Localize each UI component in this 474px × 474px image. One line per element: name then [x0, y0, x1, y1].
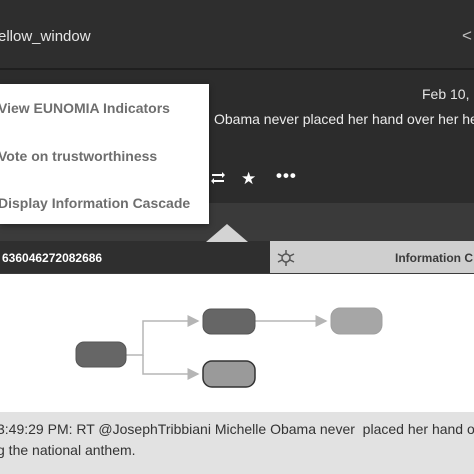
star-icon[interactable]: ★	[241, 169, 256, 189]
more-icon[interactable]: •••	[276, 166, 297, 186]
post-date: Feb 10, 2	[422, 86, 474, 102]
information-cascade-panel	[0, 274, 474, 412]
cascade-node-leaf[interactable]	[202, 360, 256, 388]
cascade-node-root[interactable]	[75, 341, 127, 368]
edge-root-to-branch	[126, 315, 200, 356]
menu-item-view-indicators[interactable]: View EUNOMIA Indicators	[0, 100, 170, 116]
retweet-icon[interactable]	[209, 170, 227, 191]
footer-line-2: g the national anthem.	[0, 442, 136, 458]
footer-text: 3:49:29 PM: RT @JosephTribbiani Michelle…	[0, 419, 474, 461]
menu-item-vote-trustworthiness[interactable]: Vote on trustworthiness	[0, 148, 157, 164]
cascade-node-branch[interactable]	[202, 308, 256, 335]
tab-post-id-label: 636046272082686	[2, 251, 103, 265]
chevron-left-icon[interactable]: <	[462, 26, 472, 46]
tab-information-cascade-label: Information C	[395, 251, 473, 265]
window-title: ellow_window	[0, 28, 91, 45]
cascade-node-retweet[interactable]	[330, 307, 383, 335]
menu-item-display-cascade[interactable]: Display Information Cascade	[0, 195, 190, 211]
network-icon[interactable]	[276, 248, 296, 268]
post-text: Obama never placed her hand over her he	[214, 111, 474, 127]
footer-line-1: 3:49:29 PM: RT @JosephTribbiani Michelle…	[0, 421, 474, 437]
edge-root-to-leaf	[142, 355, 200, 380]
